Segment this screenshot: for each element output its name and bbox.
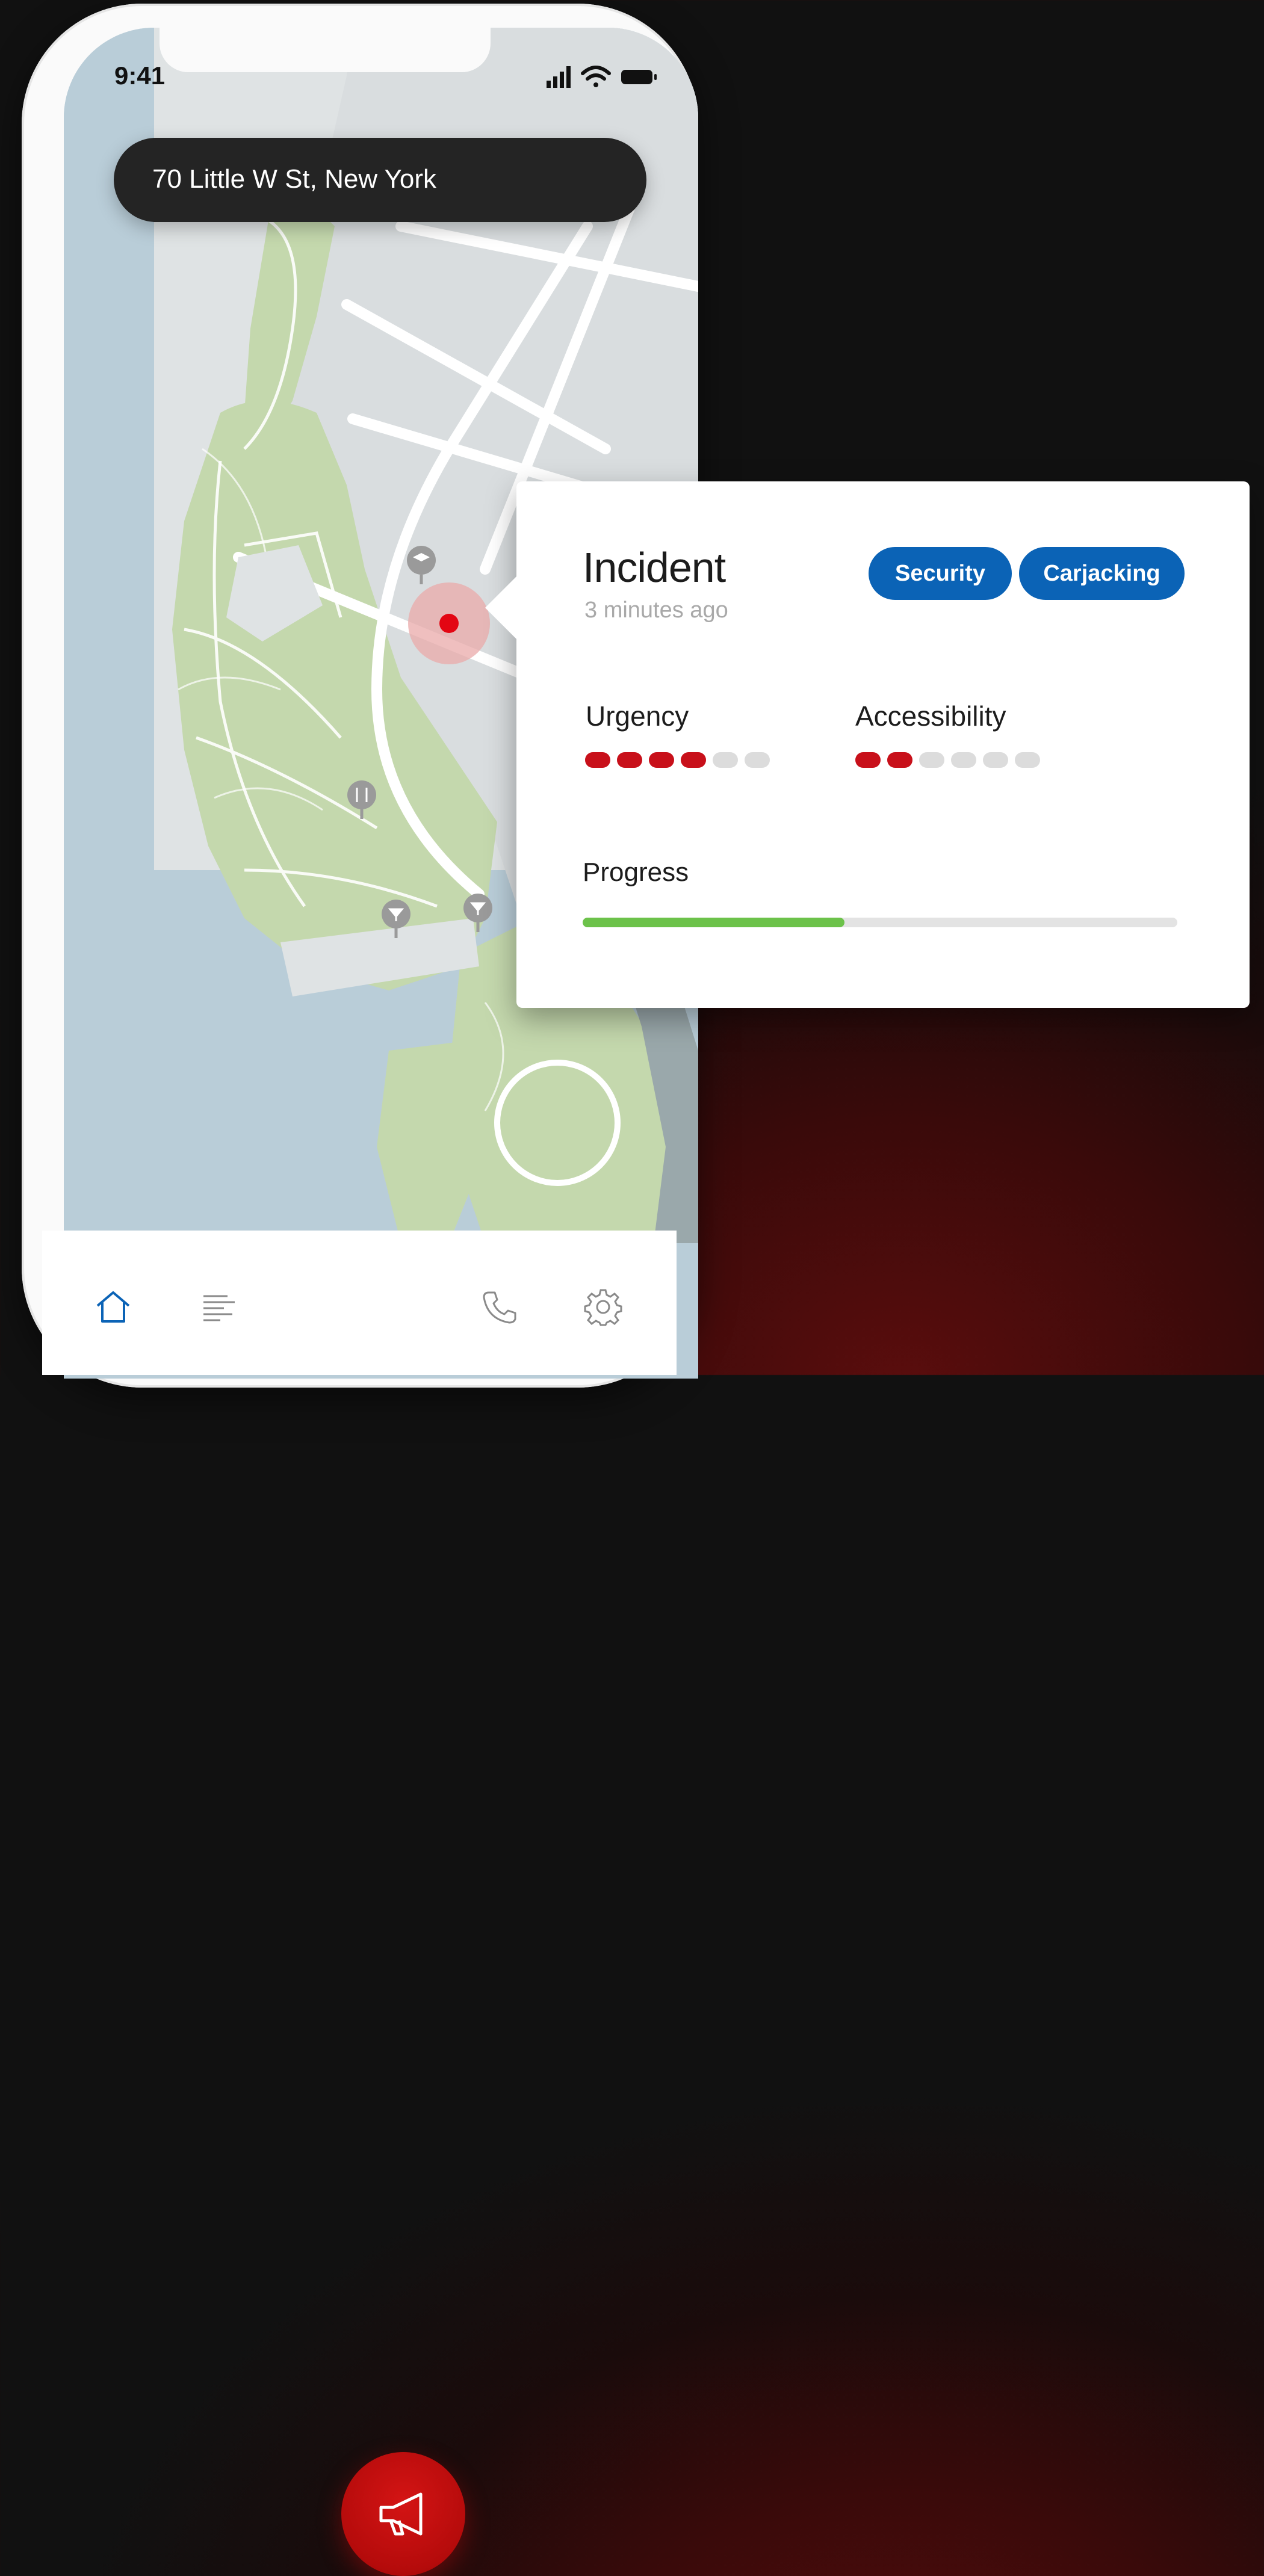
incident-time: 3 minutes ago bbox=[584, 598, 728, 623]
phone-notch bbox=[160, 28, 491, 72]
bottom-tab-bar bbox=[42, 1231, 677, 2576]
megaphone-icon bbox=[379, 2492, 423, 2536]
incident-title: Incident bbox=[583, 544, 726, 591]
progress-label: Progress bbox=[583, 857, 689, 887]
urgency-label: Urgency bbox=[586, 700, 689, 732]
incident-marker[interactable] bbox=[408, 582, 490, 664]
accessibility-dot bbox=[1015, 752, 1040, 768]
accessibility-label: Accessibility bbox=[855, 700, 1006, 732]
urgency-dot bbox=[745, 752, 770, 768]
phone-icon[interactable] bbox=[480, 1288, 519, 1326]
accessibility-dot bbox=[887, 752, 912, 768]
tag-carjacking[interactable]: Carjacking bbox=[1019, 547, 1185, 600]
card-pointer bbox=[485, 575, 518, 641]
gear-icon[interactable] bbox=[584, 1288, 622, 1326]
accessibility-dot bbox=[951, 752, 976, 768]
progress-fill bbox=[583, 918, 844, 927]
accessibility-dot bbox=[919, 752, 944, 768]
address-search-bar[interactable]: 70 Little W St, New York bbox=[114, 138, 646, 222]
battery-icon bbox=[621, 70, 657, 84]
home-icon[interactable] bbox=[94, 1288, 132, 1326]
incident-card[interactable]: Incident 3 minutes ago Security Carjacki… bbox=[485, 481, 1250, 1008]
sos-megaphone-button[interactable] bbox=[341, 2452, 465, 2576]
accessibility-dot bbox=[855, 752, 881, 768]
tag-security[interactable]: Security bbox=[869, 547, 1012, 600]
progress-bar bbox=[583, 918, 1177, 927]
urgency-dot bbox=[681, 752, 706, 768]
status-time: 9:41 bbox=[114, 61, 166, 90]
signal-icon bbox=[547, 66, 571, 88]
urgency-dot bbox=[617, 752, 642, 768]
urgency-dot bbox=[649, 752, 674, 768]
accessibility-dot bbox=[983, 752, 1008, 768]
address-text: 70 Little W St, New York bbox=[152, 164, 436, 194]
urgency-dot bbox=[713, 752, 738, 768]
urgency-dot bbox=[585, 752, 610, 768]
list-icon[interactable] bbox=[200, 1288, 238, 1326]
wifi-icon bbox=[581, 66, 611, 87]
status-icons bbox=[547, 66, 657, 88]
